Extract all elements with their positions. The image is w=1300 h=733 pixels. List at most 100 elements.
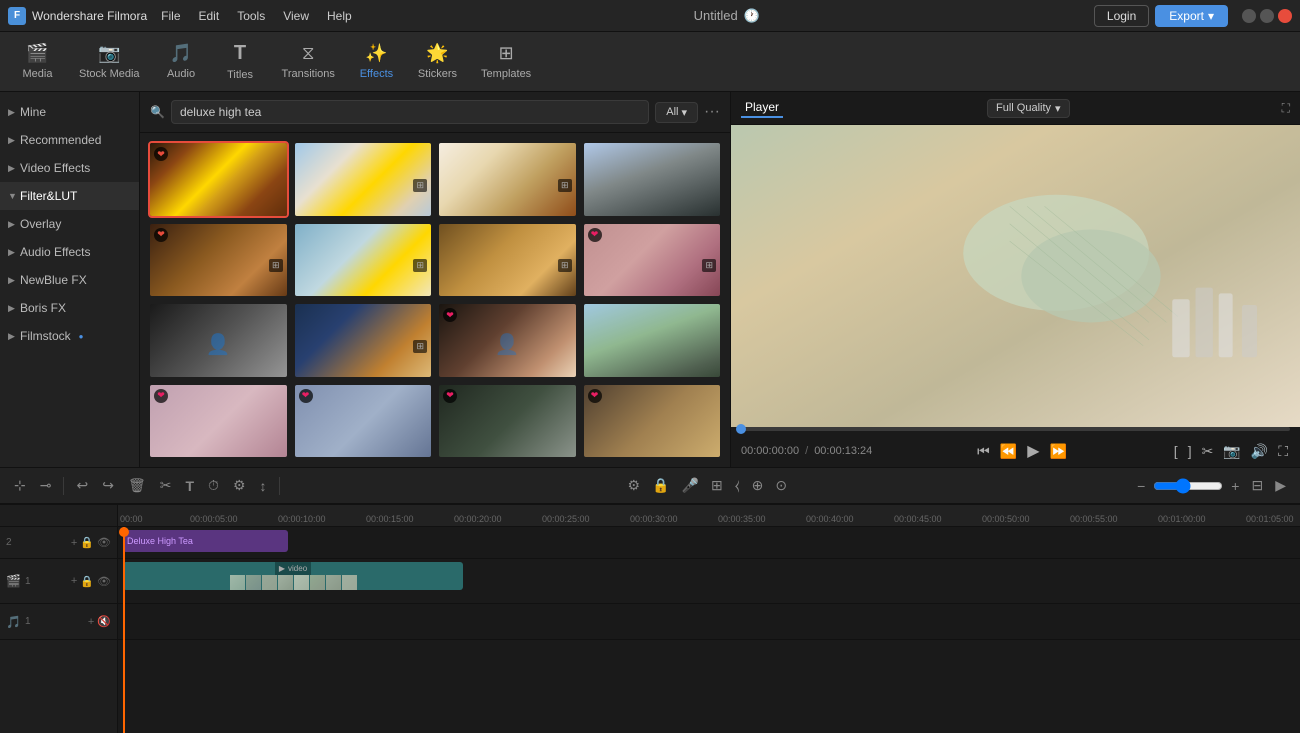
timeline-settings-button[interactable]: ⚙	[624, 475, 645, 496]
menu-help[interactable]: Help	[319, 6, 360, 26]
play-button[interactable]: ▶	[1025, 439, 1041, 463]
sidebar-item-newblue-fx[interactable]: ▶ NewBlue FX	[0, 266, 139, 294]
menu-file[interactable]: File	[153, 6, 188, 26]
rewind-button[interactable]: ⏮	[975, 441, 992, 462]
tab-player[interactable]: Player	[741, 98, 783, 118]
track-1-lock-button[interactable]: 🔒	[80, 575, 94, 588]
tool-stickers[interactable]: 🌟 Stickers	[408, 37, 467, 86]
player-progress-track[interactable]	[741, 427, 1290, 431]
effect-oak-buff[interactable]: ❤ ⊞ Oak Buff	[148, 222, 289, 299]
timeline-undo-button[interactable]: ↩	[72, 475, 92, 496]
audio-track-add-button[interactable]: +	[88, 615, 94, 628]
track-1-add-button[interactable]: +	[71, 575, 77, 588]
effect-fresh-sushi[interactable]: ⊞ Fresh Sushi	[293, 222, 434, 299]
timeline-text-button[interactable]: T	[181, 476, 198, 496]
effect-more2[interactable]: ❤ Effect 14	[293, 383, 434, 460]
fullscreen-icon[interactable]: ⛶	[1282, 101, 1290, 116]
timeline-split-button[interactable]: ⧼	[731, 475, 744, 496]
player-progress-thumb	[736, 424, 746, 434]
zoom-in-button[interactable]: +	[1227, 476, 1243, 496]
effect-dusted-rose[interactable]: ❤ ⊞ Dusted Rose	[582, 222, 723, 299]
menu-edit[interactable]: Edit	[191, 6, 228, 26]
zoom-slider[interactable]	[1153, 478, 1223, 494]
snapshot-button[interactable]: 📷	[1221, 441, 1242, 462]
search-icon: 🔍	[150, 105, 165, 119]
track-1-eye-button[interactable]: 👁	[97, 575, 111, 588]
zoom-out-button[interactable]: −	[1133, 476, 1149, 496]
timeline-select-tool[interactable]: ⊹	[10, 475, 30, 496]
effect-more4[interactable]: ❤ Effect 16	[582, 383, 723, 460]
tool-audio[interactable]: 🎵 Audio	[154, 37, 209, 86]
tool-stock-media[interactable]: 📷 Stock Media	[69, 37, 150, 86]
track-content: Deluxe High Tea ▶ video	[118, 527, 1300, 733]
expand-button[interactable]: ▶	[1271, 475, 1290, 496]
fullscreen-button[interactable]: ⛶	[1276, 441, 1290, 462]
sidebar-recommended-label: Recommended	[20, 133, 101, 147]
effect-magazine-cover[interactable]: 👤 Magazine Cover 01	[148, 302, 289, 379]
step-forward-button[interactable]: ⏩	[1048, 441, 1069, 462]
timeline-more-button[interactable]: ↕	[256, 476, 271, 496]
timeline-timer-button[interactable]: ⏱	[204, 475, 223, 496]
minimize-button[interactable]	[1242, 9, 1256, 23]
quality-select[interactable]: Full Quality ▾	[987, 99, 1070, 118]
grid-view-button[interactable]: ⊟	[1247, 475, 1267, 496]
timeline-blade-tool[interactable]: ⊸	[36, 475, 56, 496]
video-clip[interactable]: ▶ video	[123, 562, 463, 590]
track-2-add-button[interactable]: +	[71, 536, 77, 549]
login-button[interactable]: Login	[1094, 5, 1149, 27]
timeline-adjust-button[interactable]: ⚙	[229, 475, 250, 496]
effect-deluxe-high-tea[interactable]: ❤ Deluxe High Tea	[148, 141, 289, 218]
filter-dropdown[interactable]: All ▾	[655, 102, 698, 123]
effect-clip-deluxe[interactable]: Deluxe High Tea	[123, 530, 288, 552]
crop-button[interactable]: ✂	[1200, 441, 1216, 462]
more1-badge: ❤	[154, 389, 168, 403]
sidebar-item-boris-fx[interactable]: ▶ Boris FX	[0, 294, 139, 322]
effect-travel-chic[interactable]: ⊞ Travel Chic Overlay 1	[293, 302, 434, 379]
tool-titles[interactable]: T Titles	[213, 36, 268, 87]
sidebar-item-recommended[interactable]: ▶ Recommended	[0, 126, 139, 154]
effect-more3[interactable]: ❤ Effect 15	[437, 383, 578, 460]
maximize-button[interactable]	[1260, 9, 1274, 23]
tool-media[interactable]: 🎬 Media	[10, 37, 65, 86]
sidebar-item-filter-lut[interactable]: ▼ Filter&LUT	[0, 182, 139, 210]
effect-cold-mountains[interactable]: Cold Mountains	[582, 141, 723, 218]
track-2-eye-button[interactable]: 👁	[97, 536, 111, 549]
close-button[interactable]	[1278, 9, 1292, 23]
tool-transitions[interactable]: ⧖ Transitions	[272, 37, 345, 86]
sidebar-item-video-effects[interactable]: ▶ Video Effects	[0, 154, 139, 182]
tool-templates[interactable]: ⊞ Templates	[471, 37, 541, 86]
timeline-subtitle-button[interactable]: ⊙	[771, 475, 791, 496]
mark-in-button[interactable]: [	[1172, 441, 1180, 461]
mark-out-button[interactable]: ]	[1186, 441, 1194, 461]
sidebar-item-filmstock[interactable]: ▶ Filmstock ●	[0, 322, 139, 350]
timeline-delete-button[interactable]: 🗑	[124, 475, 150, 496]
sidebar-item-mine[interactable]: ▶ Mine	[0, 98, 139, 126]
menu-tools[interactable]: Tools	[229, 6, 273, 26]
track-2-lock-button[interactable]: 🔒	[80, 536, 94, 549]
timeline-layers-button[interactable]: ⊞	[707, 475, 727, 496]
ruler-track[interactable]: 00:00 00:00:05:00 00:00:10:00 00:00:15:0…	[118, 505, 1300, 526]
search-input[interactable]	[171, 100, 649, 124]
volume-button[interactable]: 🔊	[1249, 441, 1270, 462]
effect-exquisite-cakes[interactable]: ⊞ Exquisite Cakes	[437, 141, 578, 218]
sidebar-item-overlay[interactable]: ▶ Overlay	[0, 210, 139, 238]
menu-view[interactable]: View	[275, 6, 317, 26]
timeline-insert-button[interactable]: ⊕	[748, 475, 768, 496]
tool-titles-label: Titles	[227, 69, 253, 81]
audio-track-mute-button[interactable]: 🔇	[97, 615, 111, 628]
timeline-cut-button[interactable]: ✂	[156, 475, 176, 496]
effect-portrait-lut[interactable]: 👤 ❤ Portrait LUT Pack Filt...	[437, 302, 578, 379]
sidebar-item-audio-effects[interactable]: ▶ Audio Effects	[0, 238, 139, 266]
golden-icon-br: ⊞	[558, 259, 572, 272]
more-options-button[interactable]: ···	[704, 103, 720, 121]
timeline-redo-button[interactable]: ↪	[98, 475, 118, 496]
timeline-mic-button[interactable]: 🎤	[678, 475, 703, 496]
effect-golden-mountains[interactable]: ⊞ Golden Mountains	[437, 222, 578, 299]
timeline-lock-button[interactable]: 🔒	[648, 475, 673, 496]
effect-more1[interactable]: ❤ Effect 13	[148, 383, 289, 460]
effect-magnificent-mountains[interactable]: Magnificent Mountai...	[582, 302, 723, 379]
export-button[interactable]: Export▾	[1155, 5, 1228, 27]
step-back-button[interactable]: ⏪	[998, 441, 1019, 462]
tool-effects[interactable]: ✨ Effects	[349, 37, 404, 86]
effect-seaside-high-tea[interactable]: ⊞ Seaside High Tea	[293, 141, 434, 218]
